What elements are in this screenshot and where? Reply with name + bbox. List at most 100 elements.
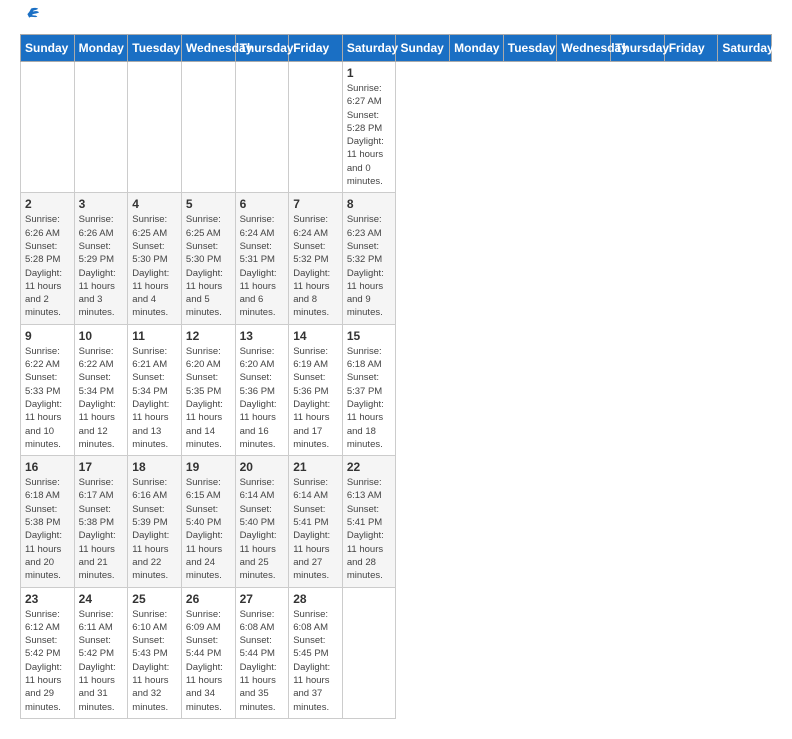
calendar-cell: 8 Sunrise: 6:23 AM Sunset: 5:32 PM Daylig…	[342, 193, 396, 324]
calendar-cell: 4 Sunrise: 6:25 AM Sunset: 5:30 PM Daylig…	[128, 193, 182, 324]
calendar-cell: 15 Sunrise: 6:18 AM Sunset: 5:37 PM Dayli…	[342, 324, 396, 455]
day-header-saturday: Saturday	[342, 35, 396, 62]
week-row-5: 23Sunrise: 6:12 AM Sunset: 5:42 PM Dayli…	[21, 587, 772, 718]
day-number: 22	[347, 460, 392, 474]
day-number: 3	[79, 197, 124, 211]
calendar-cell: 2 Sunrise: 6:26 AM Sunset: 5:28 PM Daylig…	[21, 193, 75, 324]
day-info: Sunrise: 6:24 AM Sunset: 5:31 PM Dayligh…	[240, 213, 285, 319]
day-number: 16	[25, 460, 70, 474]
day-info: Sunrise: 6:17 AM Sunset: 5:38 PM Dayligh…	[79, 476, 124, 582]
week-row-4: 16 Sunrise: 6:18 AM Sunset: 5:38 PM Dayli…	[21, 456, 772, 587]
day-number: 13	[240, 329, 285, 343]
day-info: Sunrise: 6:22 AM Sunset: 5:34 PM Dayligh…	[79, 345, 124, 451]
day-number: 19	[186, 460, 231, 474]
day-number: 10	[79, 329, 124, 343]
day-info: Sunrise: 6:25 AM Sunset: 5:30 PM Dayligh…	[132, 213, 177, 319]
day-number: 17	[79, 460, 124, 474]
day-header-tuesday: Tuesday	[503, 35, 557, 62]
day-info: Sunrise: 6:08 AM Sunset: 5:44 PM Dayligh…	[240, 608, 285, 714]
day-header-monday: Monday	[74, 35, 128, 62]
calendar-cell: 6 Sunrise: 6:24 AM Sunset: 5:31 PM Daylig…	[235, 193, 289, 324]
week-row-3: 9 Sunrise: 6:22 AM Sunset: 5:33 PM Daylig…	[21, 324, 772, 455]
day-header-thursday: Thursday	[611, 35, 665, 62]
day-info: Sunrise: 6:08 AM Sunset: 5:45 PM Dayligh…	[293, 608, 338, 714]
day-number: 8	[347, 197, 392, 211]
day-header-friday: Friday	[289, 35, 343, 62]
day-info: Sunrise: 6:24 AM Sunset: 5:32 PM Dayligh…	[293, 213, 338, 319]
day-header-sunday: Sunday	[21, 35, 75, 62]
day-info: Sunrise: 6:19 AM Sunset: 5:36 PM Dayligh…	[293, 345, 338, 451]
calendar-cell: 21Sunrise: 6:14 AM Sunset: 5:41 PM Dayli…	[289, 456, 343, 587]
calendar-cell: 1 Sunrise: 6:27 AM Sunset: 5:28 PM Daylig…	[342, 62, 396, 193]
day-info: Sunrise: 6:13 AM Sunset: 5:41 PM Dayligh…	[347, 476, 392, 582]
day-info: Sunrise: 6:25 AM Sunset: 5:30 PM Dayligh…	[186, 213, 231, 319]
calendar-cell: 11Sunrise: 6:21 AM Sunset: 5:34 PM Dayli…	[128, 324, 182, 455]
day-header-friday: Friday	[664, 35, 718, 62]
day-number: 14	[293, 329, 338, 343]
day-number: 5	[186, 197, 231, 211]
day-info: Sunrise: 6:10 AM Sunset: 5:43 PM Dayligh…	[132, 608, 177, 714]
calendar-cell: 16 Sunrise: 6:18 AM Sunset: 5:38 PM Dayli…	[21, 456, 75, 587]
week-row-1: 1 Sunrise: 6:27 AM Sunset: 5:28 PM Daylig…	[21, 62, 772, 193]
day-header-sunday: Sunday	[396, 35, 450, 62]
calendar-cell: 7Sunrise: 6:24 AM Sunset: 5:32 PM Daylig…	[289, 193, 343, 324]
day-number: 9	[25, 329, 70, 343]
day-info: Sunrise: 6:18 AM Sunset: 5:37 PM Dayligh…	[347, 345, 392, 451]
day-info: Sunrise: 6:27 AM Sunset: 5:28 PM Dayligh…	[347, 82, 392, 188]
week-row-2: 2 Sunrise: 6:26 AM Sunset: 5:28 PM Daylig…	[21, 193, 772, 324]
calendar-cell: 3Sunrise: 6:26 AM Sunset: 5:29 PM Daylig…	[74, 193, 128, 324]
day-header-monday: Monday	[450, 35, 504, 62]
calendar-cell	[181, 62, 235, 193]
day-number: 1	[347, 66, 392, 80]
calendar-cell: 22 Sunrise: 6:13 AM Sunset: 5:41 PM Dayli…	[342, 456, 396, 587]
day-info: Sunrise: 6:20 AM Sunset: 5:36 PM Dayligh…	[240, 345, 285, 451]
calendar-cell: 20 Sunrise: 6:14 AM Sunset: 5:40 PM Dayli…	[235, 456, 289, 587]
day-header-tuesday: Tuesday	[128, 35, 182, 62]
day-header-thursday: Thursday	[235, 35, 289, 62]
logo	[20, 20, 40, 24]
day-number: 4	[132, 197, 177, 211]
day-number: 20	[240, 460, 285, 474]
calendar-cell	[74, 62, 128, 193]
calendar-cell: 12 Sunrise: 6:20 AM Sunset: 5:35 PM Dayli…	[181, 324, 235, 455]
calendar-cell: 24 Sunrise: 6:11 AM Sunset: 5:42 PM Dayli…	[74, 587, 128, 718]
day-number: 6	[240, 197, 285, 211]
day-header-wednesday: Wednesday	[557, 35, 611, 62]
day-info: Sunrise: 6:11 AM Sunset: 5:42 PM Dayligh…	[79, 608, 124, 714]
calendar-cell: 18 Sunrise: 6:16 AM Sunset: 5:39 PM Dayli…	[128, 456, 182, 587]
day-number: 27	[240, 592, 285, 606]
calendar-cell: 14 Sunrise: 6:19 AM Sunset: 5:36 PM Dayli…	[289, 324, 343, 455]
calendar-table: SundayMondayTuesdayWednesdayThursdayFrid…	[20, 34, 772, 719]
day-info: Sunrise: 6:20 AM Sunset: 5:35 PM Dayligh…	[186, 345, 231, 451]
calendar-cell	[21, 62, 75, 193]
calendar-cell: 19 Sunrise: 6:15 AM Sunset: 5:40 PM Dayli…	[181, 456, 235, 587]
day-info: Sunrise: 6:18 AM Sunset: 5:38 PM Dayligh…	[25, 476, 70, 582]
calendar-cell	[235, 62, 289, 193]
day-info: Sunrise: 6:21 AM Sunset: 5:34 PM Dayligh…	[132, 345, 177, 451]
day-info: Sunrise: 6:09 AM Sunset: 5:44 PM Dayligh…	[186, 608, 231, 714]
day-info: Sunrise: 6:12 AM Sunset: 5:42 PM Dayligh…	[25, 608, 70, 714]
day-info: Sunrise: 6:14 AM Sunset: 5:40 PM Dayligh…	[240, 476, 285, 582]
day-number: 2	[25, 197, 70, 211]
day-info: Sunrise: 6:14 AM Sunset: 5:41 PM Dayligh…	[293, 476, 338, 582]
day-info: Sunrise: 6:26 AM Sunset: 5:28 PM Dayligh…	[25, 213, 70, 319]
calendar-cell: 10 Sunrise: 6:22 AM Sunset: 5:34 PM Dayli…	[74, 324, 128, 455]
calendar-cell: 13 Sunrise: 6:20 AM Sunset: 5:36 PM Dayli…	[235, 324, 289, 455]
day-number: 12	[186, 329, 231, 343]
day-info: Sunrise: 6:15 AM Sunset: 5:40 PM Dayligh…	[186, 476, 231, 582]
calendar-cell: 27 Sunrise: 6:08 AM Sunset: 5:44 PM Dayli…	[235, 587, 289, 718]
calendar-cell: 17 Sunrise: 6:17 AM Sunset: 5:38 PM Dayli…	[74, 456, 128, 587]
calendar-cell: 9 Sunrise: 6:22 AM Sunset: 5:33 PM Daylig…	[21, 324, 75, 455]
header-row: SundayMondayTuesdayWednesdayThursdayFrid…	[21, 35, 772, 62]
day-number: 24	[79, 592, 124, 606]
day-header-wednesday: Wednesday	[181, 35, 235, 62]
day-info: Sunrise: 6:16 AM Sunset: 5:39 PM Dayligh…	[132, 476, 177, 582]
calendar-cell	[342, 587, 396, 718]
day-number: 26	[186, 592, 231, 606]
day-number: 28	[293, 592, 338, 606]
day-info: Sunrise: 6:23 AM Sunset: 5:32 PM Dayligh…	[347, 213, 392, 319]
day-info: Sunrise: 6:22 AM Sunset: 5:33 PM Dayligh…	[25, 345, 70, 451]
day-number: 15	[347, 329, 392, 343]
logo-bird-icon	[22, 6, 40, 24]
day-number: 18	[132, 460, 177, 474]
